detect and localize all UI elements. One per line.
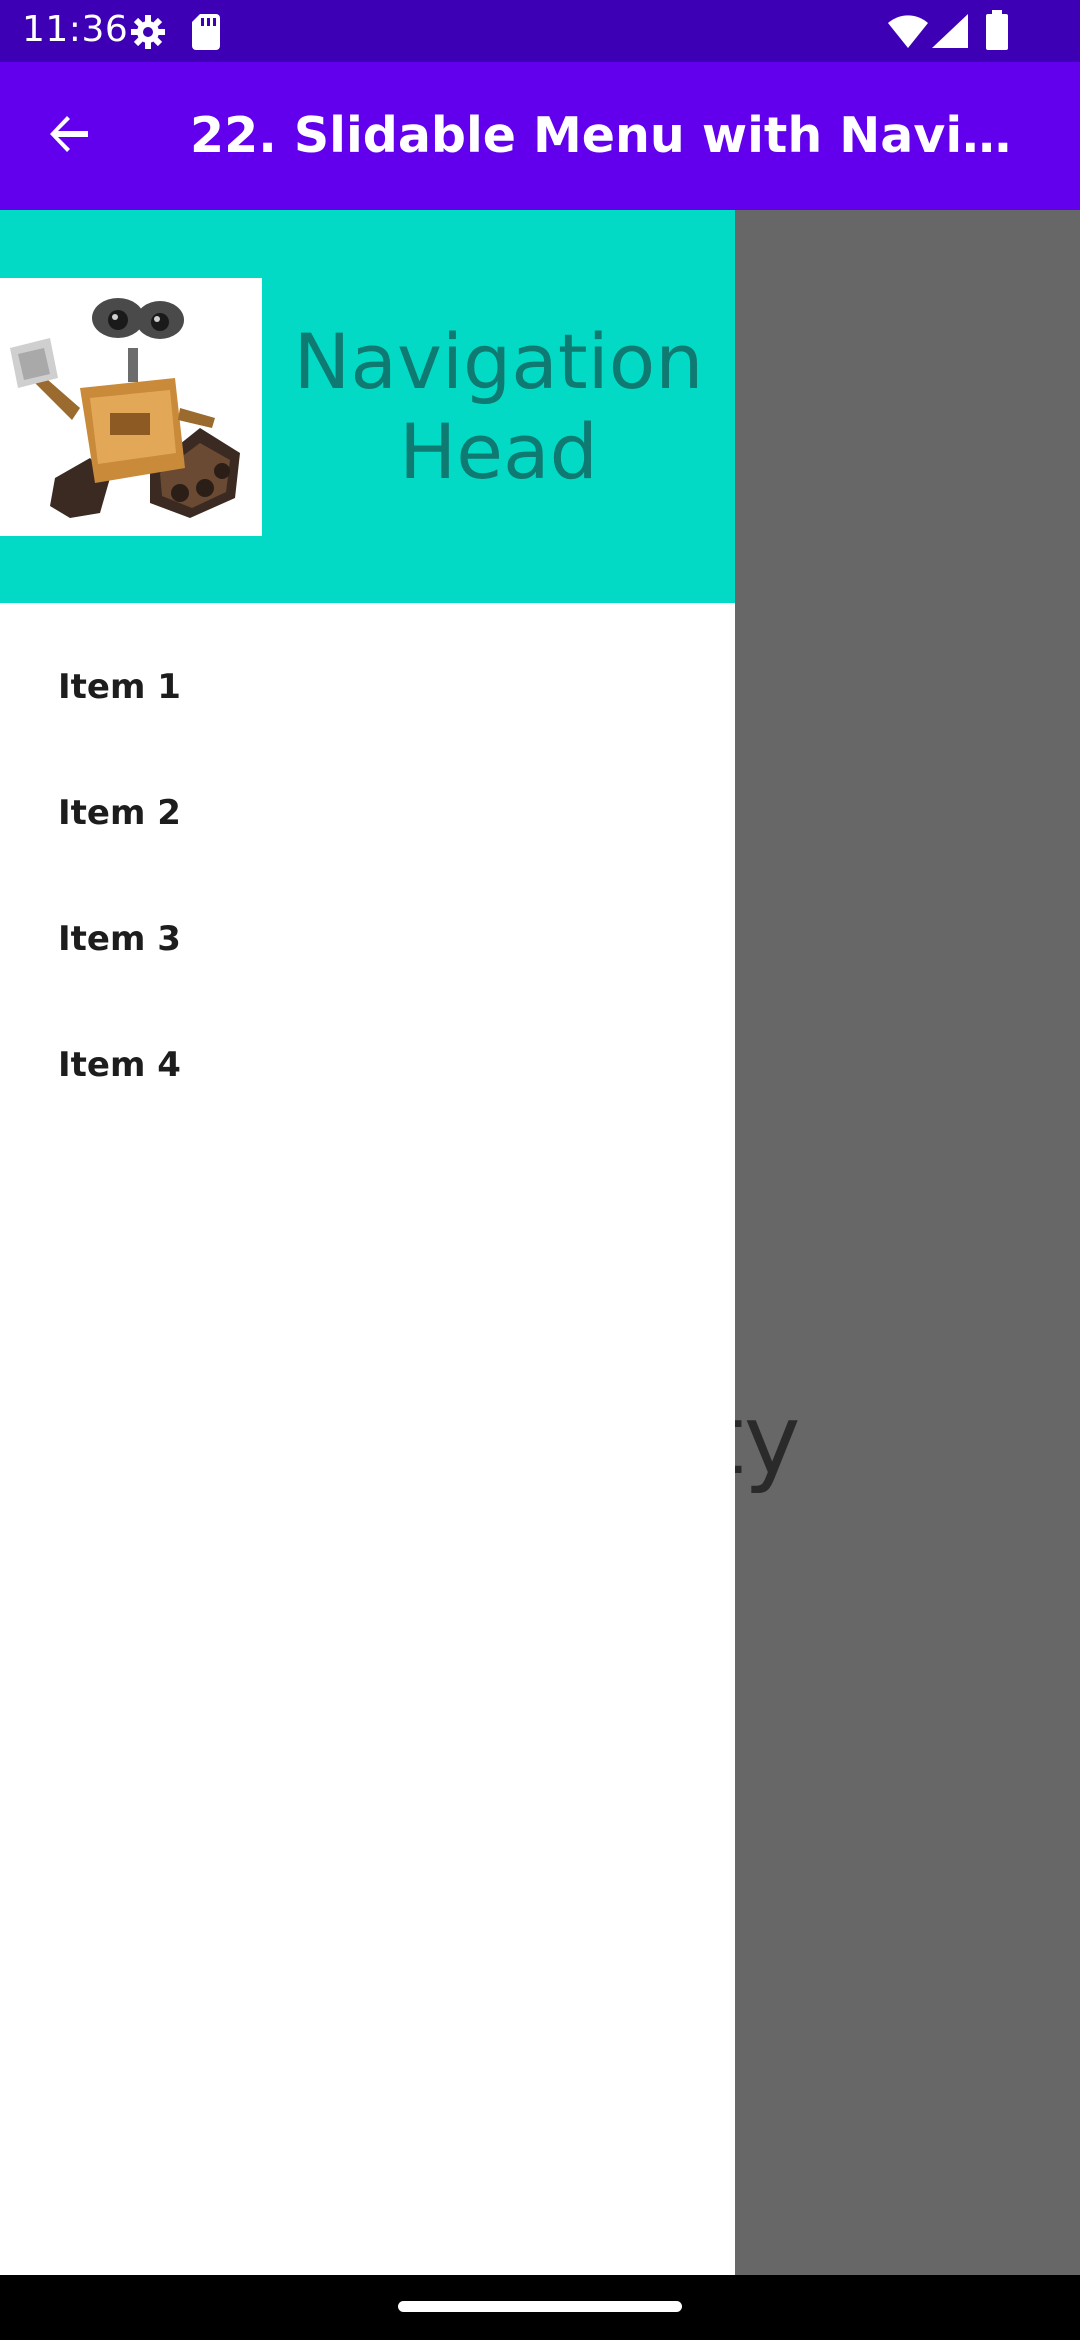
page-title: 22. Slidable Menu with Navigati… [190, 107, 1020, 164]
menu-item-2[interactable]: Item 2 [0, 750, 735, 876]
home-gesture-handle[interactable] [398, 2301, 682, 2312]
header-avatar-image [0, 278, 262, 536]
navigation-drawer: Navigation Head Item 1 Item 2 Item 3 Ite… [0, 210, 735, 2275]
signal-icon [932, 14, 968, 53]
sd-card-icon [192, 14, 220, 55]
menu-item-4[interactable]: Item 4 [0, 1002, 735, 1128]
drawer-header-title: Navigation Head [293, 316, 704, 496]
status-time: 11:36 [22, 9, 129, 50]
arrow-back-icon [48, 112, 92, 161]
system-navigation-bar [0, 2275, 1080, 2340]
settings-gear-icon [128, 12, 168, 57]
app-bar: 22. Slidable Menu with Navigati… [0, 62, 1080, 210]
drawer-menu: Item 1 Item 2 Item 3 Item 4 [0, 603, 735, 1128]
wifi-icon [888, 14, 928, 53]
back-button[interactable] [30, 106, 110, 166]
status-bar: 11:36 [0, 0, 1080, 62]
drawer-header: Navigation Head [0, 210, 735, 603]
menu-item-1[interactable]: Item 1 [0, 624, 735, 750]
menu-item-3[interactable]: Item 3 [0, 876, 735, 1002]
battery-icon [986, 10, 1008, 55]
